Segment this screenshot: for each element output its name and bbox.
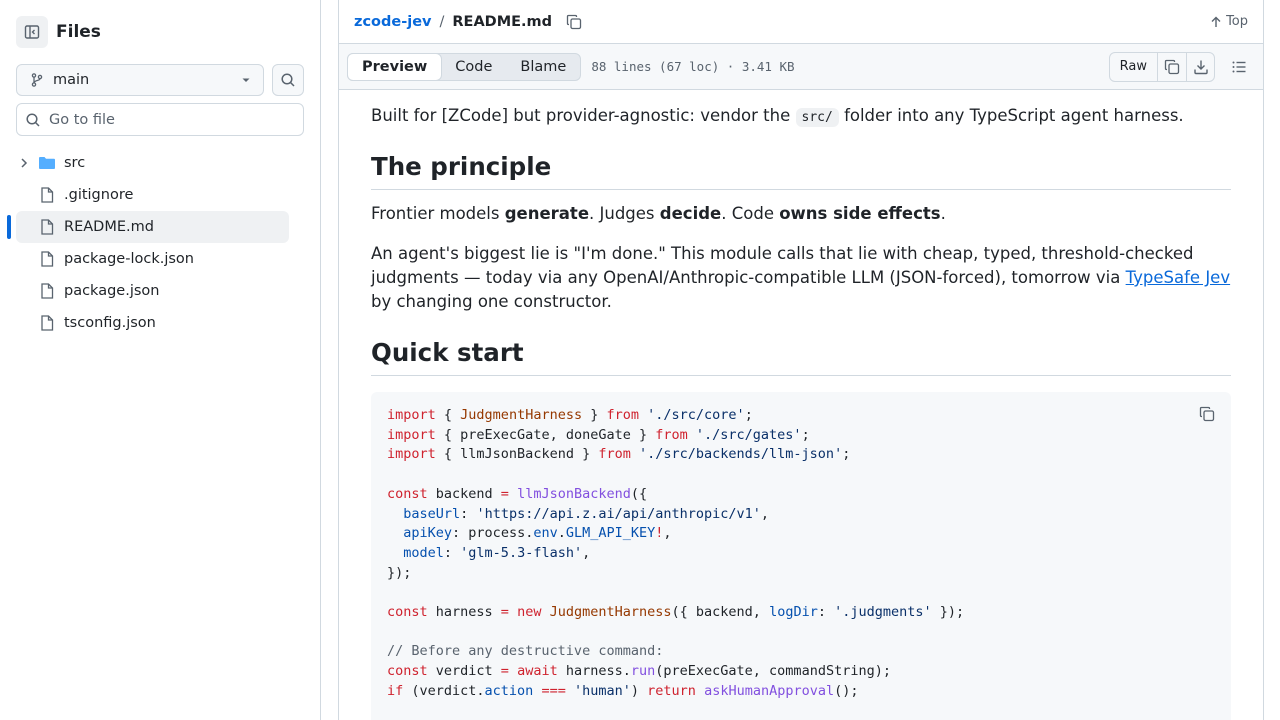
heading-quick-start: Quick start — [371, 338, 1231, 376]
file-icon — [38, 187, 56, 203]
inline-code: src/ — [795, 108, 839, 127]
tab-preview[interactable]: Preview — [347, 52, 443, 81]
raw-button[interactable]: Raw — [1110, 52, 1158, 81]
principle-bold: owns side effects — [779, 204, 941, 223]
file-meta: 88 lines (67 loc) · 3.41 KB — [591, 59, 795, 74]
principle-text: . Judges — [589, 204, 660, 223]
file-icon — [38, 283, 56, 299]
tree-item-gitignore[interactable]: .gitignore — [16, 179, 289, 211]
code-content: import { JudgmentHarness } from './src/c… — [387, 407, 965, 699]
tree-item-label: src — [64, 155, 86, 171]
go-to-file-input[interactable] — [49, 111, 289, 128]
principle-bold: decide — [659, 204, 722, 223]
search-files-button[interactable] — [272, 64, 304, 96]
tree-item-tsconfig[interactable]: tsconfig.json — [16, 307, 289, 339]
breadcrumb-repo-link[interactable]: zcode-jev — [354, 14, 431, 30]
git-branch-icon — [31, 73, 43, 87]
sidebar-title: Files — [56, 22, 101, 42]
intro-text-end: folder into any TypeScript agent harness… — [838, 106, 1184, 125]
breadcrumb-file: README.md — [452, 13, 553, 30]
top-label: Top — [1226, 14, 1248, 29]
readme-content: Built for [ZCode] but provider-agnostic:… — [339, 104, 1263, 720]
tree-item-package-lock[interactable]: package-lock.json — [16, 243, 289, 275]
principle-bold: generate — [504, 204, 590, 223]
list-unordered-icon — [1232, 61, 1246, 72]
description-paragraph: An agent's biggest lie is "I'm done." Th… — [371, 242, 1231, 314]
principle-text: . — [940, 204, 946, 223]
collapse-sidebar-button[interactable] — [16, 16, 48, 48]
file-tree-sidebar: Files main src .gitignore — [0, 0, 321, 720]
file-icon — [38, 219, 56, 235]
copy-code-button[interactable] — [1197, 404, 1217, 424]
file-action-group: Raw — [1108, 51, 1215, 82]
branch-name: main — [53, 72, 90, 88]
typesafe-jev-link[interactable]: TypeSafe Jev — [1126, 268, 1230, 287]
breadcrumb-separator: / — [439, 13, 445, 30]
search-icon — [26, 112, 40, 127]
sidebar-collapse-icon — [24, 25, 40, 39]
branch-selector[interactable]: main — [16, 64, 264, 96]
sidebar-header: Files — [16, 16, 101, 48]
search-icon — [281, 73, 295, 87]
tree-item-readme[interactable]: README.md — [7, 211, 289, 243]
principle-text: . Code — [721, 204, 780, 223]
description-text-end: by changing one constructor. — [371, 292, 612, 311]
intro-paragraph: Built for [ZCode] but provider-agnostic:… — [371, 104, 1231, 130]
heading-principle: The principle — [371, 152, 1231, 190]
file-actions: Raw — [1108, 51, 1255, 82]
description-text: An agent's biggest lie is "I'm done." Th… — [371, 244, 1194, 287]
tree-item-label: tsconfig.json — [64, 315, 156, 331]
download-icon — [1193, 60, 1208, 74]
copy-icon — [1199, 406, 1215, 422]
tab-blame[interactable]: Blame — [506, 53, 580, 81]
download-button[interactable] — [1186, 52, 1214, 81]
intro-text: Built for [ZCode] but provider-agnostic:… — [371, 106, 796, 125]
arrow-up-icon — [1211, 16, 1221, 27]
view-mode-tabs: Preview Code Blame — [347, 52, 582, 81]
tab-code[interactable]: Code — [441, 53, 506, 81]
tree-item-label: package.json — [64, 283, 160, 299]
copy-path-button[interactable] — [566, 14, 582, 30]
chevron-down-icon — [242, 78, 250, 82]
tree-item-label: package-lock.json — [64, 251, 194, 267]
file-toolbar: Preview Code Blame 88 lines (67 loc) · 3… — [339, 44, 1263, 90]
go-to-file-field[interactable] — [16, 103, 304, 136]
file-icon — [38, 251, 56, 267]
breadcrumb: zcode-jev / README.md Top — [339, 0, 1263, 44]
tree-item-label: .gitignore — [64, 187, 134, 203]
outline-button[interactable] — [1223, 52, 1255, 82]
copy-icon — [1164, 59, 1180, 74]
file-icon — [38, 315, 56, 331]
back-to-top-link[interactable]: Top — [1210, 14, 1248, 29]
tree-item-package-json[interactable]: package.json — [16, 275, 289, 307]
copy-raw-button[interactable] — [1158, 53, 1186, 81]
chevron-right-icon[interactable] — [16, 157, 32, 169]
principle-paragraph: Frontier models generate. Judges decide.… — [371, 202, 1231, 226]
file-view: zcode-jev / README.md Top Preview Code B… — [338, 0, 1264, 720]
file-tree: src .gitignore README.md package-lock.js… — [7, 147, 289, 339]
code-block: import { JudgmentHarness } from './src/c… — [371, 392, 1231, 720]
folder-icon — [38, 155, 56, 171]
tree-item-label: README.md — [64, 219, 154, 235]
tree-item-src[interactable]: src — [16, 147, 289, 179]
principle-text: Frontier models — [371, 204, 505, 223]
copy-icon — [566, 14, 582, 29]
